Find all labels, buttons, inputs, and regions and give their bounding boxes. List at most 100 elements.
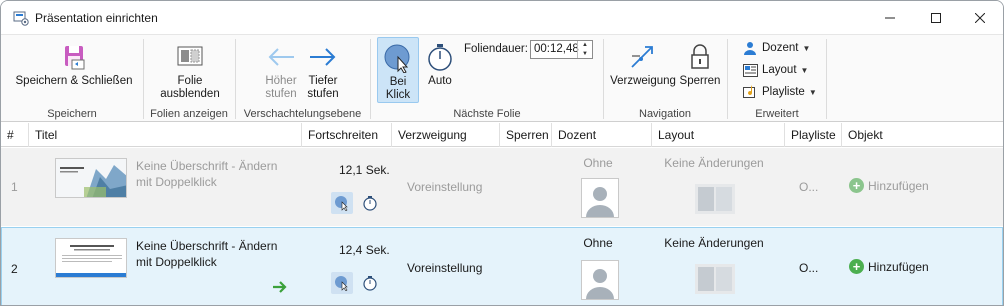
branch-icon <box>626 41 660 73</box>
auto-toggle[interactable] <box>359 272 381 294</box>
add-object-button[interactable]: + Hinzufügen <box>849 259 929 274</box>
col-header-playlist[interactable]: Playliste <box>785 123 842 147</box>
branch-value[interactable]: Voreinstellung <box>407 180 482 194</box>
table-row-selected[interactable]: 2 Keine Überschrift - Ändern mit Doppelk… <box>1 227 1003 305</box>
chevron-down-icon: ▼ <box>802 43 811 53</box>
group-advanced: Dozent ▼ Layout ▼ Playliste ▼ Erweitert <box>728 35 826 123</box>
auto-label: Auto <box>428 75 452 87</box>
auto-button[interactable]: Auto <box>421 41 459 88</box>
arrow-right-icon <box>273 281 287 293</box>
row-number: 1 <box>11 180 18 194</box>
duration-spinner[interactable]: ▲ ▼ <box>577 41 592 58</box>
layout-thumbnail[interactable] <box>695 184 735 214</box>
stopwatch-icon <box>423 41 457 73</box>
maximize-button[interactable] <box>913 1 959 34</box>
presenter-dropdown[interactable]: Dozent ▼ <box>742 38 810 58</box>
demote-label: Tiefer stufen <box>307 75 339 100</box>
ribbon-toolbar: Speichern & Schließen Speichern Folie au… <box>1 34 1003 122</box>
layout-icon <box>742 62 758 78</box>
slide-duration-label: Foliendauer: <box>464 43 528 55</box>
plus-icon: + <box>849 178 864 193</box>
stopwatch-icon <box>363 196 377 211</box>
stopwatch-icon <box>363 276 377 291</box>
table-header: # Titel Fortschreiten Verzweigung Sperre… <box>1 123 1003 147</box>
group-label-navigation: Navigation <box>639 108 691 120</box>
window-title: Präsentation einrichten <box>35 11 158 25</box>
group-nesting: Höher stufen Tiefer stufen Verschachtelu… <box>236 35 369 123</box>
hide-slide-button[interactable]: Folie ausblenden <box>150 41 230 101</box>
advance-time: 12,4 Sek. <box>339 243 390 257</box>
on-click-label: Bei Klick <box>385 76 411 101</box>
group-label-nesting: Verschachtelungsebene <box>243 108 362 120</box>
save-and-close-label: Speichern & Schließen <box>15 75 133 87</box>
setup-presentation-window: Präsentation einrichten Speichern & Schl… <box>0 0 1004 306</box>
person-silhouette-icon <box>586 187 614 217</box>
on-click-toggle[interactable] <box>331 272 353 294</box>
spin-down-icon[interactable]: ▼ <box>578 50 592 59</box>
layout-value[interactable]: Keine Änderungen <box>649 236 779 250</box>
auto-toggle[interactable] <box>359 192 381 214</box>
person-icon <box>742 40 758 56</box>
col-header-branch[interactable]: Verzweigung <box>392 123 500 147</box>
group-label-advanced: Erweitert <box>755 108 799 120</box>
col-header-presenter[interactable]: Dozent <box>552 123 652 147</box>
presenter-avatar[interactable] <box>581 260 619 300</box>
col-header-title[interactable]: Titel <box>29 123 302 147</box>
playlist-label: Playliste <box>762 86 805 98</box>
chevron-down-icon: ▼ <box>808 87 817 97</box>
branch-value[interactable]: Voreinstellung <box>407 261 482 275</box>
group-next-slide: Bei Klick Auto Foliendauer: 00:12,48 ▲ ▼… <box>371 35 603 123</box>
on-click-button[interactable]: Bei Klick <box>377 37 419 103</box>
lock-icon <box>683 41 717 73</box>
hide-slide-label: Folie ausblenden <box>160 75 220 100</box>
playlist-value[interactable]: O... <box>799 180 818 194</box>
group-label-save: Speichern <box>47 108 97 120</box>
col-header-advance[interactable]: Fortschreiten <box>302 123 392 147</box>
col-header-number[interactable]: # <box>1 123 29 147</box>
chevron-down-icon: ▼ <box>800 65 809 75</box>
presenter-value[interactable]: Ohne <box>555 236 641 250</box>
slide-thumbnail <box>55 238 127 278</box>
promote-button[interactable]: Höher stufen <box>258 41 304 101</box>
plus-icon: + <box>849 259 864 274</box>
maximize-icon <box>931 12 941 23</box>
hide-slide-icon <box>173 41 207 73</box>
col-header-lock[interactable]: Sperren <box>500 123 552 147</box>
close-button[interactable] <box>957 1 1003 34</box>
minimize-icon <box>885 17 895 18</box>
save-and-close-button[interactable]: Speichern & Schließen <box>13 41 135 88</box>
close-icon <box>975 12 985 23</box>
minimize-button[interactable] <box>867 1 913 34</box>
table-row[interactable]: 1 Keine Überschrift - Ändern mit Doppelk… <box>1 148 1003 226</box>
group-save: Speichern & Schließen Speichern <box>1 35 143 123</box>
layout-thumbnail[interactable] <box>695 264 735 294</box>
group-label-show: Folien anzeigen <box>150 108 228 120</box>
add-object-label: Hinzufügen <box>868 178 929 193</box>
presenter-value[interactable]: Ohne <box>555 156 641 170</box>
add-object-button[interactable]: + Hinzufügen <box>849 178 929 193</box>
spin-up-icon[interactable]: ▲ <box>578 41 592 50</box>
slides-table: # Titel Fortschreiten Verzweigung Sperre… <box>1 123 1003 305</box>
person-silhouette-icon <box>586 269 614 299</box>
lock-label: Sperren <box>679 75 721 87</box>
mouse-click-icon <box>381 42 415 74</box>
presenter-avatar[interactable] <box>581 178 619 218</box>
col-header-object[interactable]: Objekt <box>842 123 1003 147</box>
layout-value[interactable]: Keine Änderungen <box>649 156 779 170</box>
layout-dropdown[interactable]: Layout ▼ <box>742 60 808 80</box>
slide-title: Keine Überschrift - Ändern mit Doppelkli… <box>136 159 278 189</box>
playlist-value[interactable]: O... <box>799 261 818 275</box>
col-header-layout[interactable]: Layout <box>652 123 785 147</box>
advance-time: 12,1 Sek. <box>339 163 390 177</box>
lock-button[interactable]: Sperren <box>678 41 722 88</box>
slide-title: Keine Überschrift - Ändern mit Doppelkli… <box>136 239 278 269</box>
group-navigation: Verzweigung Sperren Navigation <box>604 35 726 123</box>
on-click-toggle[interactable] <box>331 192 353 214</box>
branch-button[interactable]: Verzweigung <box>608 41 678 88</box>
playlist-icon <box>742 84 758 100</box>
add-object-label: Hinzufügen <box>868 259 929 274</box>
mouse-click-icon <box>335 276 348 291</box>
demote-button[interactable]: Tiefer stufen <box>302 41 344 101</box>
playlist-dropdown[interactable]: Playliste ▼ <box>742 82 817 102</box>
slide-thumbnail <box>55 158 127 198</box>
